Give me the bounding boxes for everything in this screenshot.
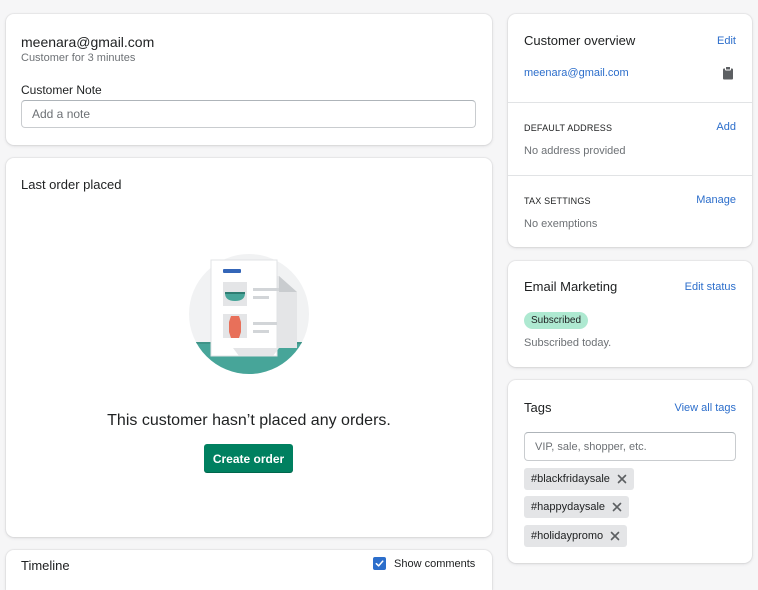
customer-overview-title: Customer overview — [524, 33, 636, 48]
clipboard-icon[interactable] — [722, 66, 734, 80]
tag-label: #holidaypromo — [531, 530, 604, 542]
close-icon — [617, 474, 627, 484]
customer-note-label: Customer Note — [21, 83, 102, 97]
close-icon — [610, 531, 620, 541]
show-comments-label[interactable]: Show comments — [394, 558, 475, 570]
customer-since: Customer for 3 minutes — [21, 52, 136, 64]
tag-label: #happydaysale — [531, 501, 606, 513]
edit-marketing-status-link[interactable]: Edit status — [685, 281, 736, 293]
add-address-link[interactable]: Add — [716, 121, 736, 133]
remove-tag-button[interactable] — [612, 502, 622, 512]
default-address-heading: DEFAULT ADDRESS — [524, 123, 613, 133]
customer-info-card: meenara@gmail.com Customer for 3 minutes… — [6, 14, 492, 145]
tags-card: Tags View all tags #blackfridaysale #hap… — [508, 380, 752, 563]
tax-value: No exemptions — [524, 218, 598, 230]
timeline-title: Timeline — [21, 558, 70, 573]
divider — [508, 175, 752, 176]
tag-chip: #happydaysale — [524, 496, 630, 518]
view-all-tags-link[interactable]: View all tags — [674, 402, 736, 414]
create-order-button[interactable]: Create order — [204, 444, 293, 473]
show-comments-checkbox[interactable] — [373, 557, 386, 570]
customer-overview-card: Customer overview Edit meenara@gmail.com… — [508, 14, 752, 247]
tag-label: #blackfridaysale — [531, 473, 610, 485]
timeline-card: Timeline Show comments — [6, 550, 492, 590]
divider — [508, 102, 752, 103]
close-icon — [612, 502, 622, 512]
email-marketing-title: Email Marketing — [524, 279, 618, 294]
edit-customer-link[interactable]: Edit — [717, 35, 736, 47]
email-marketing-card: Email Marketing Edit status Subscribed S… — [508, 261, 752, 367]
tag-chip: #holidaypromo — [524, 525, 628, 547]
subscribed-note: Subscribed today. — [524, 337, 612, 349]
tax-settings-heading: TAX SETTINGS — [524, 196, 591, 206]
tag-chip: #blackfridaysale — [524, 468, 634, 490]
checkmark-icon — [375, 560, 384, 567]
remove-tag-button[interactable] — [610, 531, 620, 541]
manage-tax-link[interactable]: Manage — [696, 194, 736, 206]
tags-title: Tags — [524, 400, 552, 415]
overview-email-link[interactable]: meenara@gmail.com — [524, 67, 629, 79]
empty-orders-message: This customer hasn’t placed any orders. — [107, 412, 391, 429]
customer-note-input[interactable] — [21, 100, 476, 128]
subscribed-status-badge: Subscribed — [524, 312, 589, 329]
customer-email: meenara@gmail.com — [21, 34, 155, 50]
last-order-card: Last order placed This customer hasn’t p… — [6, 158, 492, 537]
address-value: No address provided — [524, 145, 626, 157]
tags-input[interactable] — [524, 432, 736, 461]
empty-orders-illustration — [189, 254, 309, 374]
last-order-title: Last order placed — [21, 177, 122, 192]
remove-tag-button[interactable] — [617, 474, 627, 484]
